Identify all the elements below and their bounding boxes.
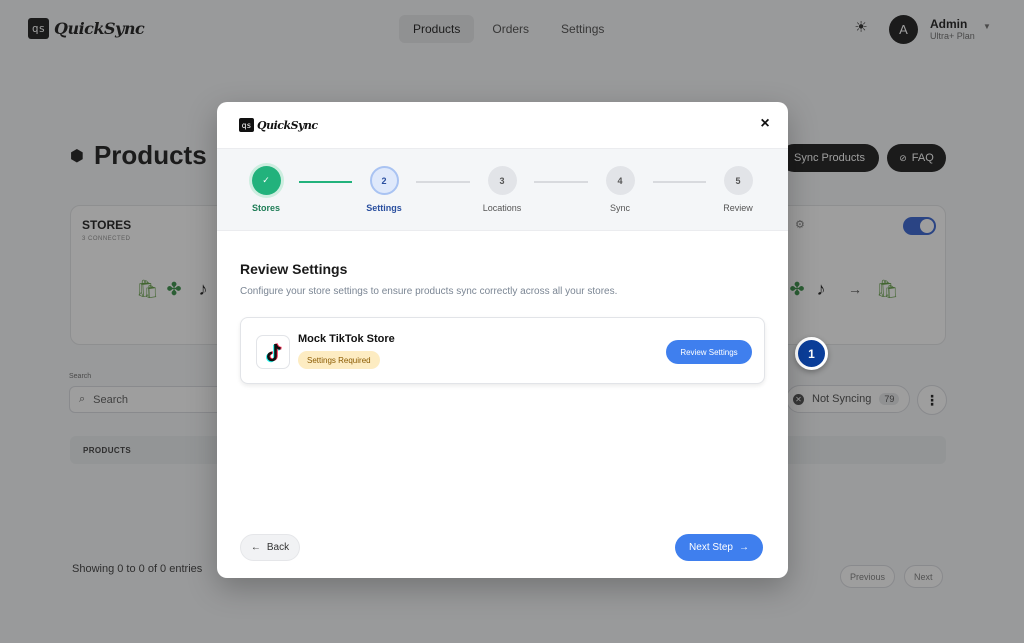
step-number: 5 <box>723 166 753 195</box>
step-label: Stores <box>251 203 280 213</box>
logo-mark: qs <box>239 118 254 132</box>
store-card: Mock TikTok Store Settings Required Revi… <box>240 317 765 384</box>
step-review[interactable]: 5 Review <box>698 166 778 213</box>
back-button[interactable]: ← Back <box>240 534 300 561</box>
step-number: 4 <box>605 166 635 195</box>
step-label: Settings <box>366 203 402 213</box>
step-label: Locations <box>482 203 522 213</box>
step-settings[interactable]: 2 Settings <box>344 166 424 213</box>
next-step-button[interactable]: Next Step → <box>675 534 763 561</box>
logo-text: QuickSync <box>257 118 318 132</box>
step-number: 2 <box>369 166 399 195</box>
step-sync[interactable]: 4 Sync <box>580 166 660 213</box>
arrow-right-icon: → <box>738 542 749 553</box>
setup-wizard-modal: qs QuickSync × ✓ Stores 2 Settings 3 Loc… <box>217 102 788 578</box>
modal-logo: qs QuickSync <box>239 118 318 132</box>
tiktok-icon <box>256 335 290 369</box>
arrow-left-icon: ← <box>250 542 261 553</box>
back-label: Back <box>266 542 290 553</box>
step-number: 3 <box>487 166 517 195</box>
wizard-stepper: ✓ Stores 2 Settings 3 Locations 4 Sync 5… <box>217 149 788 231</box>
section-description: Configure your store settings to ensure … <box>240 286 618 297</box>
store-name: Mock TikTok Store <box>298 333 395 345</box>
step-stores[interactable]: ✓ Stores <box>226 166 306 213</box>
step-locations[interactable]: 3 Locations <box>462 166 542 213</box>
step-label: Review <box>723 203 753 213</box>
status-badge: Settings Required <box>298 351 380 369</box>
section-title: Review Settings <box>240 261 348 277</box>
next-step-label: Next Step <box>689 542 733 553</box>
modal-header: qs QuickSync × <box>217 102 788 149</box>
close-button[interactable]: × <box>757 114 773 134</box>
tour-step-badge[interactable]: 1 <box>795 337 828 370</box>
step-label: Sync <box>609 203 630 213</box>
step-check-icon: ✓ <box>251 166 281 195</box>
review-settings-button[interactable]: Review Settings <box>666 340 752 364</box>
